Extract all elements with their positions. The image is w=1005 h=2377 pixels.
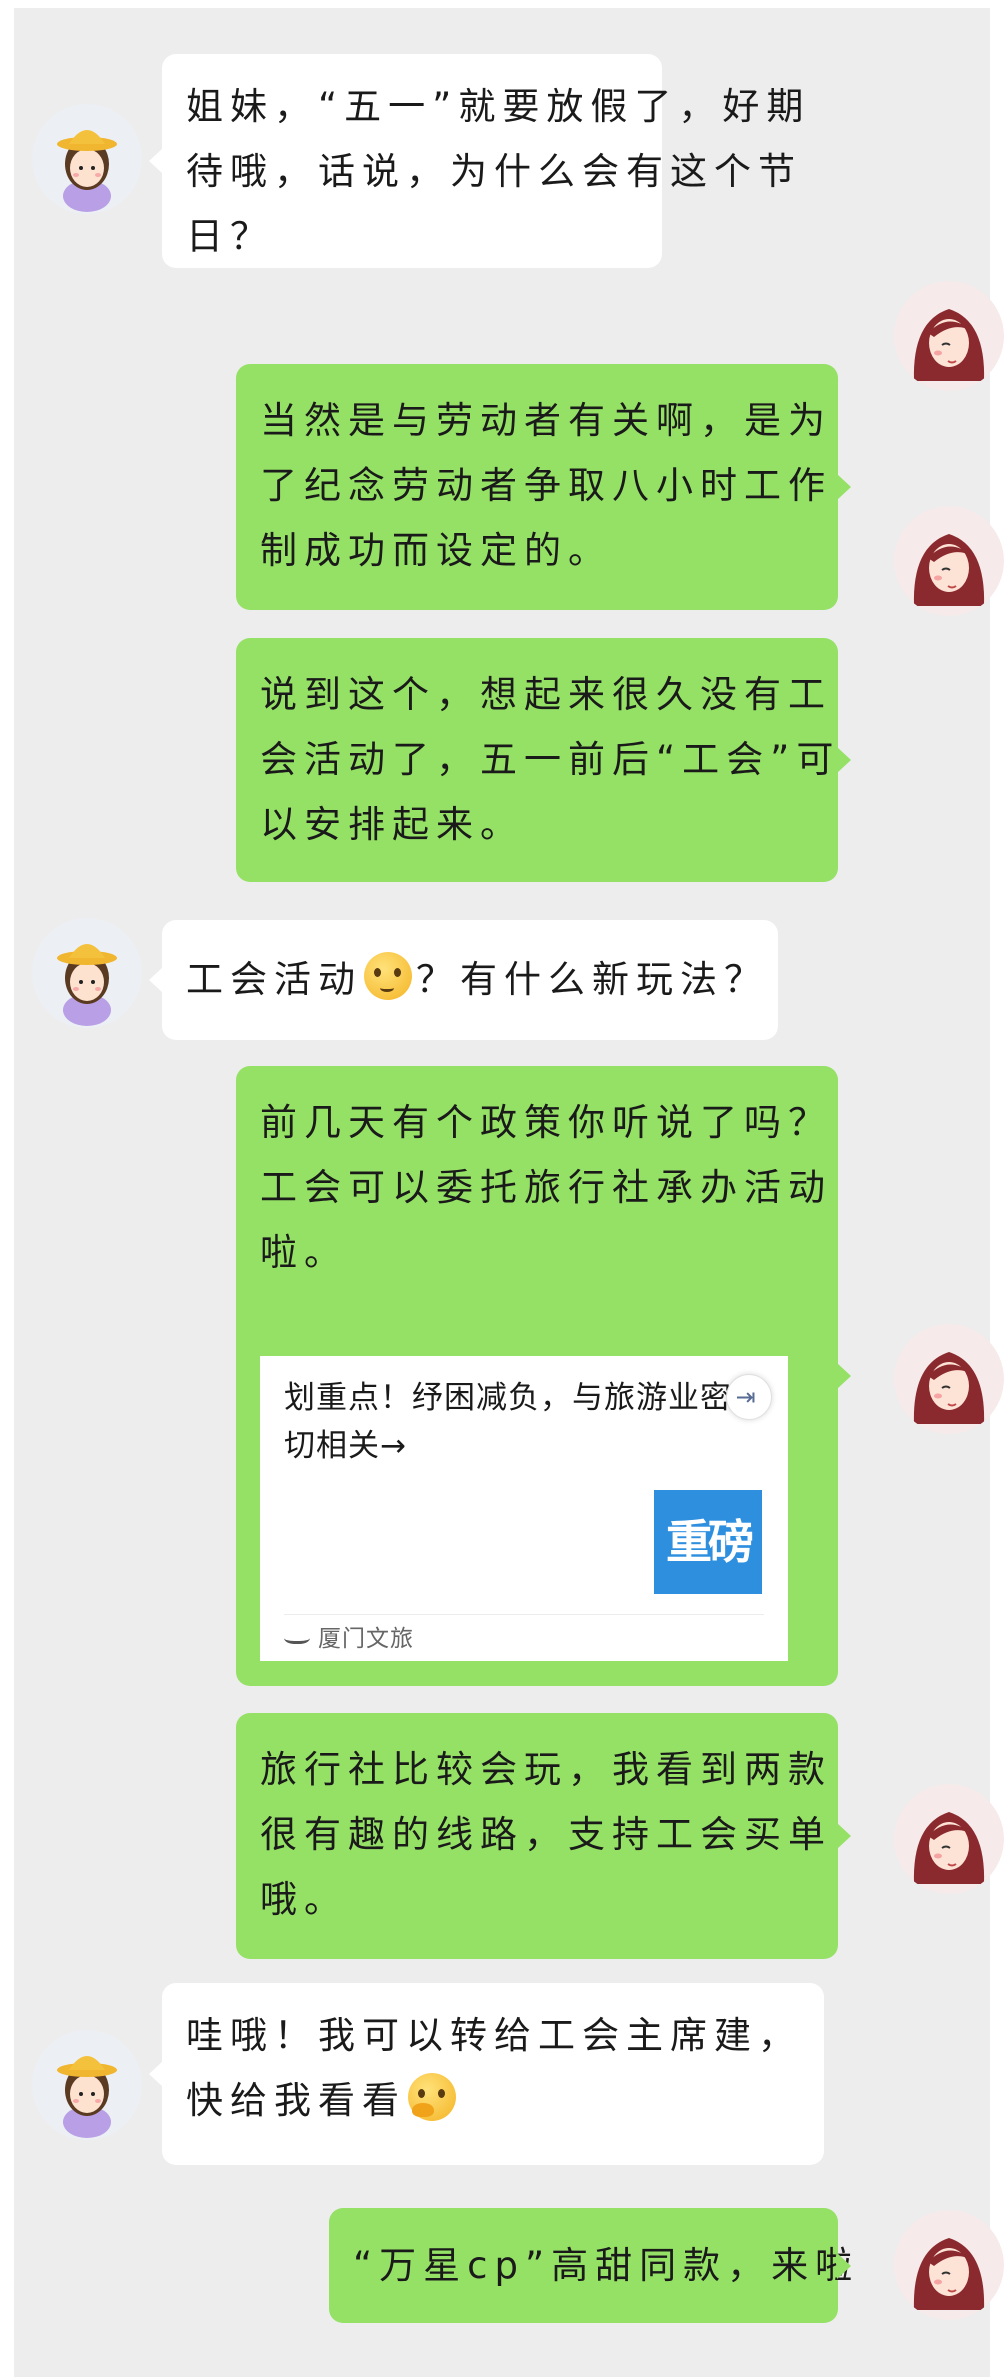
message-text: 快给我看看 [186, 2079, 406, 2122]
bubble-tail [837, 2252, 851, 2279]
share-icon[interactable]: ⇥ [726, 1374, 772, 1420]
user-avatar[interactable] [894, 281, 1004, 391]
message-text: ？有什么新玩法？ [416, 958, 768, 1001]
user-avatar[interactable] [894, 506, 1004, 616]
message-text: 姐妹，“五一”就要放假了，好期 [186, 85, 811, 128]
message-bubble-incoming[interactable]: 工会活动 ？有什么新玩法？ [149, 920, 778, 1040]
message-text: 旅行社比较会玩，我看到两款 [260, 1748, 832, 1791]
divider [284, 1614, 764, 1615]
bubble-tail [837, 1823, 851, 1849]
message-text: “万星cp”高甜同款，来啦 [353, 2244, 860, 2287]
message-bubble-outgoing[interactable]: 前几天有个政策你听说了吗？ 工会可以委托旅行社承办活动 啦。 划重点！纾困减负，… [236, 1066, 851, 1686]
message-text: 了纪念劳动者争取八小时工作 [260, 464, 832, 507]
puzzled-face-icon [364, 952, 412, 1000]
message-text: 工会活动 [186, 958, 362, 1001]
message-text: 哦。 [260, 1878, 348, 1921]
message-text: 以安排起来。 [260, 803, 524, 846]
message-bubble-incoming[interactable]: 哇哦！我可以转给工会主席建， 快给我看看 [149, 1983, 824, 2165]
message-bubble-incoming[interactable]: 姐妹，“五一”就要放假了，好期 待哦，话说，为什么会有这个节 日？ [149, 54, 811, 268]
bubble-tail [149, 967, 163, 993]
bubble-tail [837, 474, 851, 500]
message-text: 会活动了，五一前后“工会”可 [260, 738, 841, 781]
message-text: 制成功而设定的。 [260, 529, 612, 572]
bubble-tail [837, 747, 851, 773]
message-text: 待哦，话说，为什么会有这个节 [186, 150, 802, 193]
link-card[interactable]: 划重点！纾困减负，与旅游业密 切相关→ ⇥ 重磅 厦门文旅 [260, 1356, 788, 1661]
source-logo-icon [284, 1629, 310, 1644]
link-card-thumbnail: 重磅 [654, 1490, 762, 1594]
contact-avatar[interactable] [32, 104, 142, 214]
link-card-source: 厦门文旅 [284, 1622, 414, 1656]
contact-avatar[interactable] [32, 918, 142, 1028]
bubble-tail [149, 148, 163, 174]
message-text: 前几天有个政策你听说了吗？ [260, 1101, 832, 1144]
message-text: 哇哦！我可以转给工会主席建， [186, 2014, 802, 2057]
message-text: 说到这个，想起来很久没有工 [260, 673, 832, 716]
user-avatar[interactable] [894, 2210, 1004, 2320]
message-bubble-outgoing[interactable]: 当然是与劳动者有关啊，是为 了纪念劳动者争取八小时工作 制成功而设定的。 [236, 364, 851, 610]
contact-avatar[interactable] [32, 2030, 142, 2140]
bubble-tail [149, 2061, 163, 2087]
user-avatar[interactable] [894, 1784, 1004, 1894]
message-text: 工会可以委托旅行社承办活动 [260, 1166, 832, 1209]
message-bubble-outgoing[interactable]: 旅行社比较会玩，我看到两款 很有趣的线路，支持工会买单 哦。 [236, 1713, 851, 1959]
message-text: 很有趣的线路，支持工会买单 [260, 1813, 832, 1856]
thinking-face-icon [408, 2073, 456, 2121]
chat-panel: 姐妹，“五一”就要放假了，好期 待哦，话说，为什么会有这个节 日？ 当然是与劳动… [14, 8, 1004, 2377]
message-text: 日？ [186, 215, 274, 258]
message-text: 啦。 [260, 1231, 348, 1274]
link-card-title: 划重点！纾困减负，与旅游业密 切相关→ [284, 1380, 732, 1464]
message-text: 当然是与劳动者有关啊，是为 [260, 399, 832, 442]
message-bubble-outgoing[interactable]: “万星cp”高甜同款，来啦 [329, 2208, 860, 2323]
user-avatar[interactable] [894, 1324, 1004, 1434]
bubble-tail [837, 1363, 851, 1389]
message-bubble-outgoing[interactable]: 说到这个，想起来很久没有工 会活动了，五一前后“工会”可 以安排起来。 [236, 638, 851, 882]
